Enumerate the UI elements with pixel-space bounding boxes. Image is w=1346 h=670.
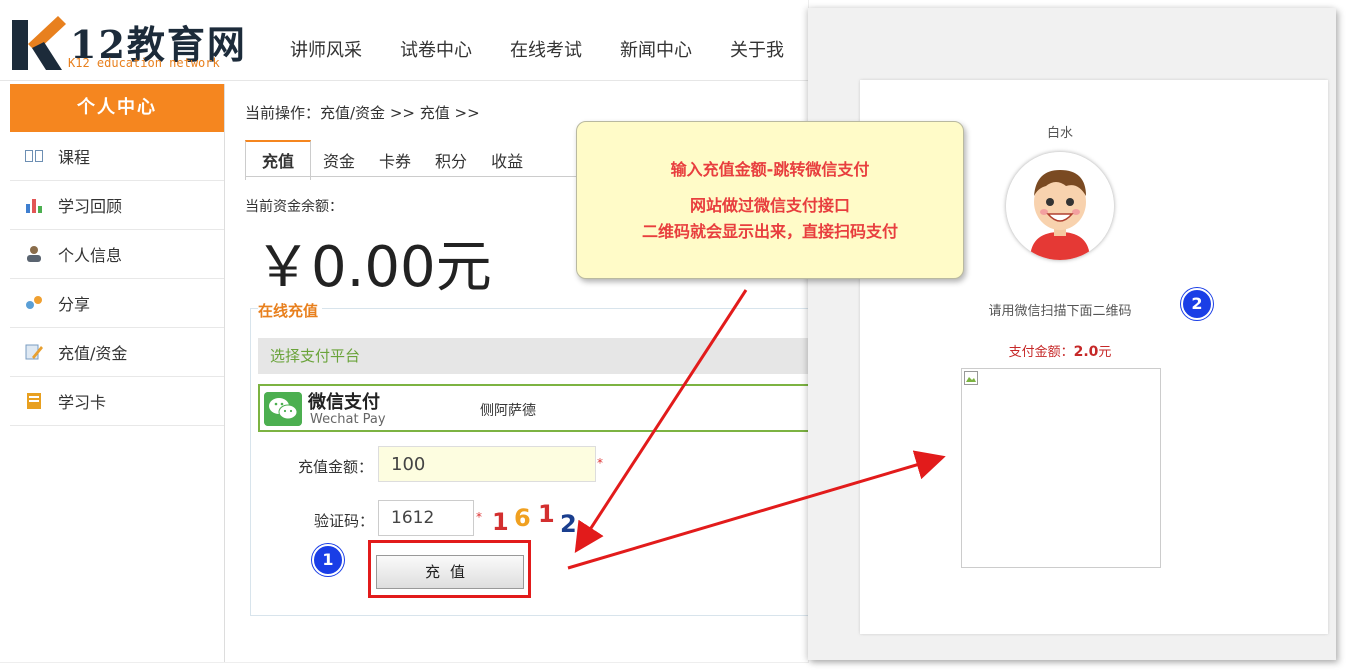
captcha-char: 1: [538, 500, 555, 528]
breadcrumb: 当前操作：充值/资金 >> 充值 >>: [245, 104, 480, 122]
payment-platform-header: 选择支付平台: [258, 338, 808, 374]
edit-icon: [25, 344, 43, 360]
sidebar-item-recharge[interactable]: 充值/资金: [10, 328, 224, 377]
wechat-icon: [264, 392, 302, 426]
captcha-char: 1: [492, 508, 509, 536]
sidebar-item-share[interactable]: 分享: [10, 279, 224, 328]
recharge-title: 在线充值: [258, 300, 323, 321]
nav-item-papers[interactable]: 试卷中心: [400, 36, 472, 62]
wechat-pay-name-en: Wechat Pay: [310, 412, 386, 427]
sidebar-item-label: 分享: [58, 295, 91, 314]
share-icon: [26, 296, 42, 309]
amount-input[interactable]: [378, 446, 596, 482]
sidebar-item-study-card[interactable]: 学习卡: [10, 377, 224, 426]
avatar-boy-icon: [1006, 152, 1114, 260]
nav-item-online-exam[interactable]: 在线考试: [510, 36, 582, 62]
amount-required-mark: *: [597, 456, 603, 470]
amount-label: 充值金额：: [298, 458, 374, 476]
pay-amount: 支付金额：2.0元: [960, 341, 1160, 360]
sidebar-item-label: 个人信息: [58, 246, 123, 265]
tab-bar: 充值 资金 卡券 积分 收益: [245, 140, 535, 180]
sidebar: 个人中心 课程 学习回顾 个人信息 分享 充值/资金 学习卡: [10, 84, 225, 662]
captcha-image[interactable]: 1 6 1 2: [490, 500, 580, 540]
sidebar-item-label: 学习卡: [58, 393, 107, 412]
recharge-submit-button[interactable]: 充值: [376, 555, 524, 589]
sidebar-item-label: 课程: [58, 148, 91, 167]
tab-earnings[interactable]: 收益: [479, 142, 535, 180]
card-icon: [27, 393, 41, 409]
captcha-char: 6: [514, 504, 531, 532]
broken-image-icon: [964, 371, 978, 385]
tab-points[interactable]: 积分: [423, 142, 479, 180]
sidebar-item-review[interactable]: 学习回顾: [10, 181, 224, 230]
nav-item-teachers[interactable]: 讲师风采: [290, 36, 362, 62]
sidebar-title: 个人中心: [10, 84, 224, 132]
step-badge-2: 2: [1181, 288, 1213, 320]
nav-item-about[interactable]: 关于我: [730, 36, 784, 62]
user-name: 白水: [1046, 126, 1073, 141]
sidebar-item-label: 充值/资金: [58, 344, 128, 363]
pay-amount-label: 支付金额：: [1008, 345, 1074, 360]
balance-label: 当前资金余额：: [245, 199, 343, 215]
sidebar-item-profile[interactable]: 个人信息: [10, 230, 224, 279]
callout-line-2: 网站做过微信支付接口: [689, 196, 850, 215]
book-icon: [25, 150, 43, 162]
annotation-callout: 输入充值金额-跳转微信支付 网站做过微信支付接口 二维码就会显示出来，直接扫码支…: [576, 121, 964, 279]
wechat-pay-desc: 侧阿萨德: [480, 403, 536, 419]
wechat-pay-option[interactable]: 微信支付 Wechat Pay 侧阿萨德: [258, 384, 808, 432]
captcha-input[interactable]: [378, 500, 474, 536]
top-nav: 讲师风采 试卷中心 在线考试 新闻中心 关于我: [290, 36, 784, 62]
step-badge-1: 1: [312, 544, 344, 576]
site-logo[interactable]: 12教育网 K12 education network: [10, 12, 250, 74]
header-divider: [0, 80, 808, 81]
wechat-pay-name: 微信支付: [308, 392, 380, 413]
scan-tip: 请用微信扫描下面二维码: [988, 304, 1132, 319]
captcha-char: 2: [560, 510, 577, 538]
pay-amount-unit: 元: [1098, 345, 1112, 360]
logo-k-icon: [12, 16, 66, 70]
screenshot-frame: 12教育网 K12 education network 讲师风采 试卷中心 在线…: [0, 0, 1346, 670]
captcha-label: 验证码：: [314, 512, 375, 530]
user-icon: [27, 246, 41, 262]
tab-recharge[interactable]: 充值: [245, 140, 312, 180]
tab-coupons[interactable]: 卡券: [367, 142, 423, 180]
callout-line-3: 二维码就会显示出来，直接扫码支付: [641, 222, 898, 241]
nav-item-news[interactable]: 新闻中心: [620, 36, 692, 62]
sidebar-item-label: 学习回顾: [58, 197, 123, 216]
pay-amount-value: 2.0: [1073, 344, 1099, 360]
callout-line-1: 输入充值金额-跳转微信支付: [670, 160, 870, 179]
logo-subtitle: K12 education network: [68, 56, 220, 70]
bar-chart-icon: [26, 199, 42, 213]
balance-value: ￥0.00元: [255, 235, 492, 300]
qr-code-image: [961, 368, 1161, 568]
avatar: [1006, 152, 1114, 260]
captcha-required-mark: *: [476, 510, 482, 524]
sidebar-item-courses[interactable]: 课程: [10, 132, 224, 181]
tab-funds[interactable]: 资金: [311, 142, 367, 180]
website-page: 12教育网 K12 education network 讲师风采 试卷中心 在线…: [0, 0, 808, 662]
